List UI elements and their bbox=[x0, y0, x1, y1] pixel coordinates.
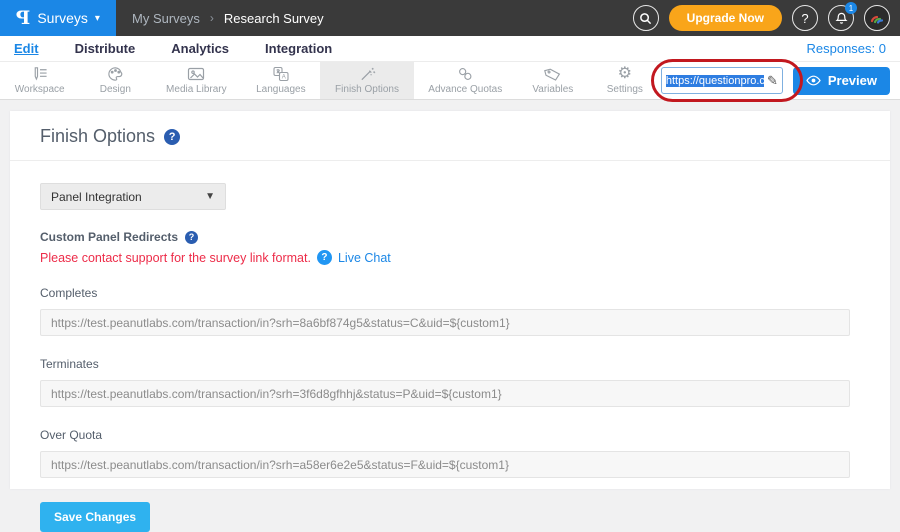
survey-url-selected-text: https://questionpro.com/t/A bbox=[666, 75, 764, 87]
breadcrumb: My Surveys › Research Survey bbox=[132, 11, 324, 26]
support-warning-row: Please contact support for the survey li… bbox=[40, 250, 860, 265]
panel-dropdown-value: Panel Integration bbox=[51, 190, 142, 204]
upgrade-now-button[interactable]: Upgrade Now bbox=[669, 5, 782, 31]
topbar-actions: Upgrade Now ? 1 bbox=[633, 5, 900, 31]
toolbar-item-workspace[interactable]: Workspace bbox=[0, 62, 79, 99]
help-button[interactable]: ? bbox=[792, 5, 818, 31]
chevron-down-icon: ▾ bbox=[95, 13, 100, 24]
save-changes-button[interactable]: Save Changes bbox=[40, 502, 150, 532]
support-warning-text: Please contact support for the survey li… bbox=[40, 251, 311, 265]
terminates-label: Terminates bbox=[40, 357, 860, 371]
search-icon bbox=[639, 12, 652, 25]
dropdown-caret-icon: ▼ bbox=[205, 191, 215, 202]
toolbar-item-advance-quotas[interactable]: Advance Quotas bbox=[414, 62, 517, 99]
svg-text:A: A bbox=[282, 75, 286, 81]
question-mark-icon: ? bbox=[801, 11, 808, 26]
terminates-url-input[interactable] bbox=[40, 380, 850, 407]
toolbar-right: https://questionpro.com/t/A ✎ Preview bbox=[661, 62, 900, 99]
responses-count[interactable]: Responses: 0 bbox=[807, 41, 887, 56]
completes-url-input[interactable] bbox=[40, 309, 850, 336]
survey-url-input[interactable]: https://questionpro.com/t/A ✎ bbox=[661, 67, 783, 94]
toolbar-item-settings[interactable]: ⚙ Settings bbox=[589, 62, 661, 99]
toolbar-item-languages[interactable]: A Languages bbox=[241, 62, 320, 99]
magic-wand-icon bbox=[359, 66, 376, 82]
custom-panel-redirects-row: Custom Panel Redirects ? bbox=[40, 230, 860, 244]
bell-icon bbox=[835, 12, 848, 25]
gear-icon: ⚙ bbox=[618, 66, 632, 82]
tab-edit[interactable]: Edit bbox=[14, 39, 39, 58]
live-chat-link[interactable]: Live Chat bbox=[338, 251, 391, 265]
tab-analytics[interactable]: Analytics bbox=[171, 39, 229, 58]
product-switcher[interactable]: P Surveys ▾ bbox=[0, 0, 116, 36]
tag-icon bbox=[544, 66, 561, 82]
tab-distribute[interactable]: Distribute bbox=[75, 39, 136, 58]
breadcrumb-current-survey: Research Survey bbox=[224, 11, 324, 26]
toolbar-item-design[interactable]: Design bbox=[79, 62, 151, 99]
toolbar-item-variables[interactable]: Variables bbox=[517, 62, 589, 99]
translate-icon: A bbox=[272, 66, 290, 82]
avatar-logo-icon bbox=[869, 10, 885, 26]
avatar[interactable] bbox=[864, 5, 890, 31]
page-title: Finish Options bbox=[40, 126, 155, 147]
breadcrumb-my-surveys[interactable]: My Surveys bbox=[132, 11, 200, 26]
image-icon bbox=[187, 66, 205, 82]
eye-icon bbox=[806, 75, 821, 86]
finish-options-card: Finish Options ? Panel Integration ▼ Cus… bbox=[10, 111, 890, 489]
page-background: Finish Options ? Panel Integration ▼ Cus… bbox=[0, 100, 900, 517]
card-body: Panel Integration ▼ Custom Panel Redirec… bbox=[10, 161, 890, 532]
panel-integration-dropdown[interactable]: Panel Integration ▼ bbox=[40, 183, 226, 210]
chain-links-icon bbox=[457, 66, 474, 82]
notification-count-badge: 1 bbox=[845, 2, 857, 14]
preview-label: Preview bbox=[828, 73, 877, 88]
tab-integration[interactable]: Integration bbox=[265, 39, 332, 58]
questionpro-logo-icon: P bbox=[16, 9, 30, 28]
section-help-icon[interactable]: ? bbox=[185, 231, 198, 244]
workspace-icon bbox=[31, 66, 48, 82]
search-button[interactable] bbox=[633, 5, 659, 31]
top-bar: P Surveys ▾ My Surveys › Research Survey… bbox=[0, 0, 900, 36]
edit-toolbar: Workspace Design Media Library A Languag… bbox=[0, 62, 900, 100]
breadcrumb-separator: › bbox=[210, 11, 214, 25]
completes-label: Completes bbox=[40, 286, 860, 300]
toolbar-item-media-library[interactable]: Media Library bbox=[151, 62, 241, 99]
over-quota-url-input[interactable] bbox=[40, 451, 850, 478]
palette-icon bbox=[107, 66, 124, 82]
preview-button[interactable]: Preview bbox=[793, 67, 890, 95]
live-chat-icon[interactable]: ? bbox=[317, 250, 332, 265]
edit-pencil-icon[interactable]: ✎ bbox=[767, 73, 778, 89]
toolbar-item-finish-options[interactable]: Finish Options bbox=[320, 62, 413, 99]
card-header: Finish Options ? bbox=[10, 111, 890, 161]
menu-bar: Edit Distribute Analytics Integration Re… bbox=[0, 36, 900, 62]
survey-url-wrap: https://questionpro.com/t/A ✎ bbox=[661, 67, 783, 94]
notifications-button[interactable]: 1 bbox=[828, 5, 854, 31]
over-quota-label: Over Quota bbox=[40, 428, 860, 442]
product-label: Surveys bbox=[37, 10, 88, 26]
finish-options-help-icon[interactable]: ? bbox=[164, 129, 180, 145]
section-title: Custom Panel Redirects bbox=[40, 230, 178, 244]
